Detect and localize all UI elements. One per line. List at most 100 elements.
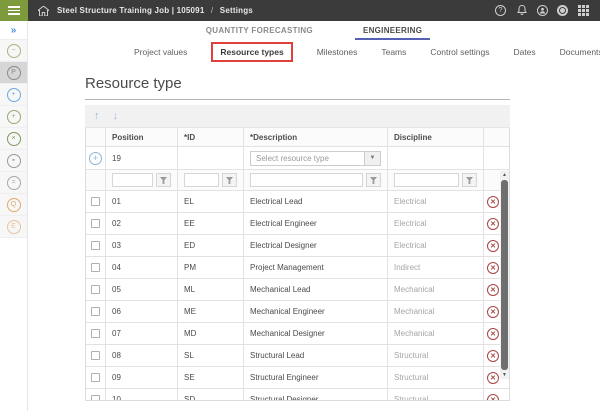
move-down-icon[interactable]: ↓ (113, 111, 119, 122)
settings-tab[interactable]: Project values (134, 47, 187, 57)
sidebar-module-icon[interactable]: Q (0, 194, 27, 216)
notifications-bell-icon[interactable] (515, 4, 528, 17)
delete-row-icon[interactable]: ✕ (487, 262, 499, 274)
delete-row-icon[interactable]: ✕ (487, 284, 499, 296)
sidebar-module-icon[interactable]: ~ (0, 40, 27, 62)
module-circle-icon: E (7, 220, 21, 234)
apps-grid-icon[interactable] (577, 4, 590, 17)
cell-description: Mechanical Engineer (244, 301, 388, 322)
header-id: *ID (178, 128, 244, 146)
resource-type-grid: ↑ ↓ Position *ID *Description Discipline… (85, 105, 510, 401)
breadcrumb: Steel Structure Training Job | 105091 / … (57, 6, 253, 15)
add-row-icon[interactable]: + (89, 152, 102, 165)
resource-type-select[interactable]: Select resource type ▼ (250, 151, 381, 166)
table-row: 01 EL Electrical Lead Electrical ✕ (86, 191, 509, 213)
cell-position: 01 (106, 191, 178, 212)
cell-id: PM (178, 257, 244, 278)
discipline-filter-funnel-icon[interactable] (462, 173, 477, 187)
cell-discipline: Mechanical (388, 279, 484, 300)
row-checkbox[interactable] (91, 263, 100, 272)
module-circle-icon: P (7, 66, 21, 80)
globe-icon[interactable] (557, 5, 568, 16)
settings-tab[interactable]: Dates (513, 47, 535, 57)
delete-row-icon[interactable]: ✕ (487, 240, 499, 252)
row-checkbox[interactable] (91, 197, 100, 206)
id-filter-input[interactable] (184, 173, 219, 187)
sidebar-module-icon[interactable]: • (0, 84, 27, 106)
help-icon[interactable]: ? (495, 5, 506, 16)
user-icon[interactable] (537, 5, 548, 16)
move-up-icon[interactable]: ↑ (94, 111, 100, 122)
sidebar-module-icon[interactable]: P (0, 62, 27, 84)
cell-position: 06 (106, 301, 178, 322)
row-checkbox[interactable] (91, 329, 100, 338)
sidebar-module-icon[interactable]: × (0, 128, 27, 150)
table-row: 08 SL Structural Lead Structural ✕ (86, 345, 509, 367)
settings-tab[interactable]: Resource types (211, 42, 292, 62)
discipline-filter-input[interactable] (394, 173, 459, 187)
row-checkbox[interactable] (91, 373, 100, 382)
sidebar-module-icon[interactable]: ▪ (0, 150, 27, 172)
cell-discipline: Structural (388, 345, 484, 366)
delete-row-icon[interactable]: ✕ (487, 372, 499, 384)
delete-row-icon[interactable]: ✕ (487, 196, 499, 208)
settings-tab[interactable]: Documents (560, 47, 600, 57)
delete-row-icon[interactable]: ✕ (487, 394, 499, 401)
add-row-position: 19 (106, 147, 178, 169)
delete-row-icon[interactable]: ✕ (487, 350, 499, 362)
cell-id: SE (178, 367, 244, 388)
scrollbar-thumb[interactable] (501, 180, 508, 370)
delete-row-icon[interactable]: ✕ (487, 328, 499, 340)
cell-description: Electrical Lead (244, 191, 388, 212)
cell-id: ED (178, 235, 244, 256)
header-description: *Description (244, 128, 388, 146)
position-filter-funnel-icon[interactable] (156, 173, 171, 187)
main-tab[interactable]: QUANTITY FORECASTING (198, 26, 321, 40)
row-checkbox[interactable] (91, 241, 100, 250)
cell-position: 08 (106, 345, 178, 366)
delete-row-icon[interactable]: ✕ (487, 218, 499, 230)
home-icon[interactable] (38, 6, 49, 16)
main-tab[interactable]: ENGINEERING (355, 26, 430, 40)
vertical-scrollbar[interactable]: ▲ ▼ (500, 171, 509, 379)
settings-tab[interactable]: Control settings (430, 47, 489, 57)
sidebar-expand-icon[interactable]: » (0, 21, 27, 40)
cell-id: SL (178, 345, 244, 366)
cell-id: EE (178, 213, 244, 234)
resource-table: Position *ID *Description Discipline + 1… (85, 127, 510, 401)
settings-tab[interactable]: Milestones (317, 47, 358, 57)
position-filter-input[interactable] (112, 173, 153, 187)
row-checkbox[interactable] (91, 395, 100, 400)
topbar-actions: ? (495, 4, 600, 17)
cell-position: 04 (106, 257, 178, 278)
select-placeholder: Select resource type (251, 152, 364, 165)
cell-discipline: Electrical (388, 191, 484, 212)
table-row: 07 MD Mechanical Designer Mechanical ✕ (86, 323, 509, 345)
sidebar-module-icon[interactable]: E (0, 216, 27, 238)
id-filter-funnel-icon[interactable] (222, 173, 237, 187)
sidebar-module-icon[interactable]: + (0, 106, 27, 128)
row-checkbox[interactable] (91, 307, 100, 316)
description-filter-funnel-icon[interactable] (366, 173, 381, 187)
row-checkbox[interactable] (91, 219, 100, 228)
cell-description: Structural Lead (244, 345, 388, 366)
sidebar-module-icon[interactable]: = (0, 172, 27, 194)
cell-id: SD (178, 389, 244, 400)
settings-tab-bar: Project values Resource types Milestones Te… (28, 40, 600, 63)
cell-id: ML (178, 279, 244, 300)
hamburger-menu-icon[interactable] (0, 0, 28, 21)
table-row: 05 ML Mechanical Lead Mechanical ✕ (86, 279, 509, 301)
delete-row-icon[interactable]: ✕ (487, 306, 499, 318)
breadcrumb-separator: / (211, 6, 213, 15)
grid-toolbar: ↑ ↓ (85, 105, 510, 127)
scroll-down-icon[interactable]: ▼ (502, 371, 507, 379)
module-circle-icon: Q (7, 198, 21, 212)
description-filter-input[interactable] (250, 173, 363, 187)
settings-tab[interactable]: Teams (381, 47, 406, 57)
job-title: Steel Structure Training Job | 105091 (57, 6, 204, 15)
cell-description: Mechanical Designer (244, 323, 388, 344)
chevron-down-icon[interactable]: ▼ (364, 152, 380, 165)
row-checkbox[interactable] (91, 285, 100, 294)
row-checkbox[interactable] (91, 351, 100, 360)
scroll-up-icon[interactable]: ▲ (502, 171, 507, 179)
